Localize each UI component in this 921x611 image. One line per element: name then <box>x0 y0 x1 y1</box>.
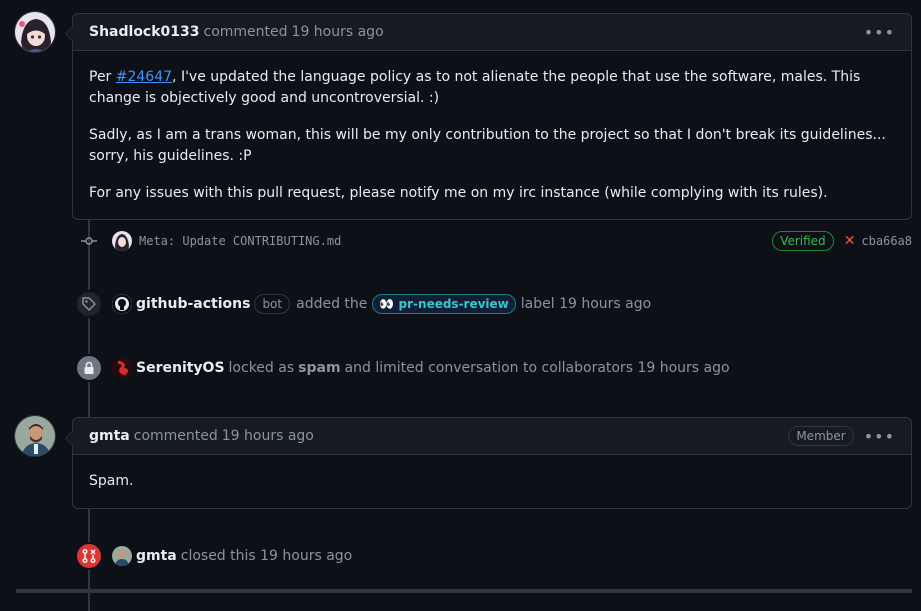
comment-paragraph: For any issues with this pull request, p… <box>89 185 828 201</box>
event-action: added the <box>296 296 368 312</box>
comment-header: gmta commented 19 hours ago Member ••• <box>65 418 911 455</box>
pr-closed-icon <box>75 542 103 570</box>
event-actor[interactable]: github-actions <box>136 296 250 312</box>
comment-options-icon[interactable]: ••• <box>864 427 895 446</box>
comment-time[interactable]: 19 hours ago <box>292 24 384 40</box>
commit-sha[interactable]: cba66a8 <box>861 234 912 248</box>
bot-badge: bot <box>254 294 291 314</box>
event-suffix: and limited conversation to collaborator… <box>344 360 730 376</box>
comment-author[interactable]: Shadlock0133 <box>89 24 200 40</box>
label-event: github-actions bot added the 👀 pr-needs-… <box>75 290 651 318</box>
close-event: gmta closed this 19 hours ago <box>75 542 352 570</box>
lock-reason: spam <box>298 360 341 376</box>
event-action: closed this 19 hours ago <box>180 548 353 564</box>
commit-message[interactable]: Meta: Update CONTRIBUTING.md <box>139 234 341 248</box>
github-actions-avatar[interactable] <box>112 294 132 314</box>
event-actor[interactable]: gmta <box>136 548 177 564</box>
comment-paragraph: Per #24647, I've updated the language po… <box>89 67 895 109</box>
avatar-shadlock0133[interactable] <box>14 11 56 53</box>
comment-options-icon[interactable]: ••• <box>864 23 895 42</box>
verified-badge[interactable]: Verified <box>772 231 834 251</box>
member-badge: Member <box>788 426 854 446</box>
comment-paragraph: Spam. <box>89 473 134 489</box>
serenityos-avatar[interactable] <box>112 358 132 378</box>
comment-body: Per #24647, I've updated the language po… <box>73 51 911 220</box>
text-prefix: Per <box>89 69 116 85</box>
tag-icon <box>75 290 103 318</box>
event-actor[interactable]: SerenityOS <box>136 360 225 376</box>
pr-timeline: Shadlock0133 commented 19 hours ago ••• … <box>0 0 921 611</box>
comment-author[interactable]: gmta <box>89 428 130 444</box>
comment-shadlock0133: Shadlock0133 commented 19 hours ago ••• … <box>65 13 912 220</box>
label-name: pr-needs-review <box>398 297 509 311</box>
comment-action: commented <box>133 428 218 444</box>
gmta-mini-avatar[interactable] <box>112 546 132 566</box>
lock-icon <box>75 354 103 382</box>
comment-header: Shadlock0133 commented 19 hours ago ••• <box>65 14 911 51</box>
comment-paragraph: Sadly, as I am a trans woman, this will … <box>89 127 886 164</box>
label-pr-needs-review[interactable]: 👀 pr-needs-review <box>372 294 516 314</box>
timeline-divider <box>16 589 912 593</box>
comment-body: Spam. <box>73 455 911 508</box>
event-action: locked as <box>228 360 295 376</box>
comment-gmta: gmta commented 19 hours ago Member ••• S… <box>65 417 912 509</box>
comment-action: commented <box>203 24 288 40</box>
commit-row: Meta: Update CONTRIBUTING.md Verified ✕ … <box>80 229 912 253</box>
issue-link[interactable]: #24647 <box>116 69 172 85</box>
eyes-icon: 👀 <box>379 297 395 311</box>
commit-author-avatar[interactable] <box>112 231 132 251</box>
text-suffix: , I've updated the language policy as to… <box>89 69 861 106</box>
comment-time[interactable]: 19 hours ago <box>222 428 314 444</box>
check-failed-icon[interactable]: ✕ <box>844 233 856 249</box>
lock-event: SerenityOS locked as spam and limited co… <box>75 354 730 382</box>
avatar-gmta[interactable] <box>14 415 56 457</box>
event-suffix: label 19 hours ago <box>520 296 652 312</box>
commit-icon <box>80 233 98 249</box>
